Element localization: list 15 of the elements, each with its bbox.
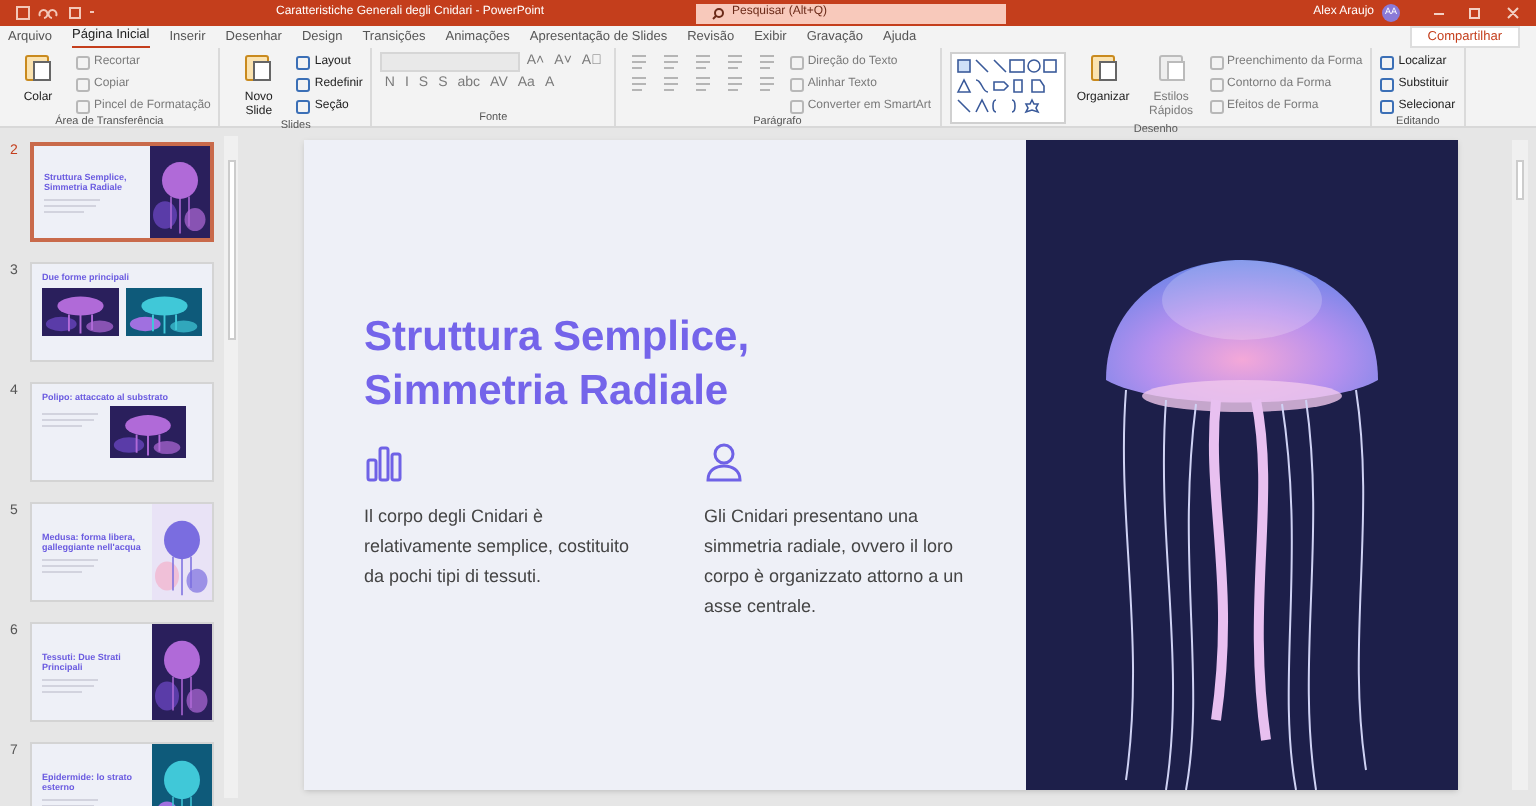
shapes-gallery[interactable]	[949, 52, 1066, 124]
scrollbar[interactable]	[224, 136, 238, 798]
text-lines-icon	[42, 677, 102, 693]
quick-access-icon[interactable]	[16, 6, 96, 20]
text-lines-icon	[44, 197, 104, 213]
search-icon	[712, 7, 724, 19]
text-lines-icon	[42, 557, 102, 573]
scrollbar[interactable]	[1512, 140, 1528, 790]
text-lines-icon	[42, 412, 102, 428]
bar-chart-icon	[364, 442, 404, 482]
slide-paragraph: Gli Cnidari presentano una simmetria radiale, ovvero il loro corpo è organizzato attorno a un asse centrale.	[704, 504, 966, 620]
person-icon	[704, 442, 744, 482]
slide-title: Struttura Semplice, Simmetria Radiale	[364, 312, 752, 418]
window-controls-icon[interactable]	[1432, 6, 1520, 20]
slide-paragraph: Il corpo degli Cnidari è relativamente semplice, costituito da pochi tipi di tessuti.	[364, 504, 632, 590]
